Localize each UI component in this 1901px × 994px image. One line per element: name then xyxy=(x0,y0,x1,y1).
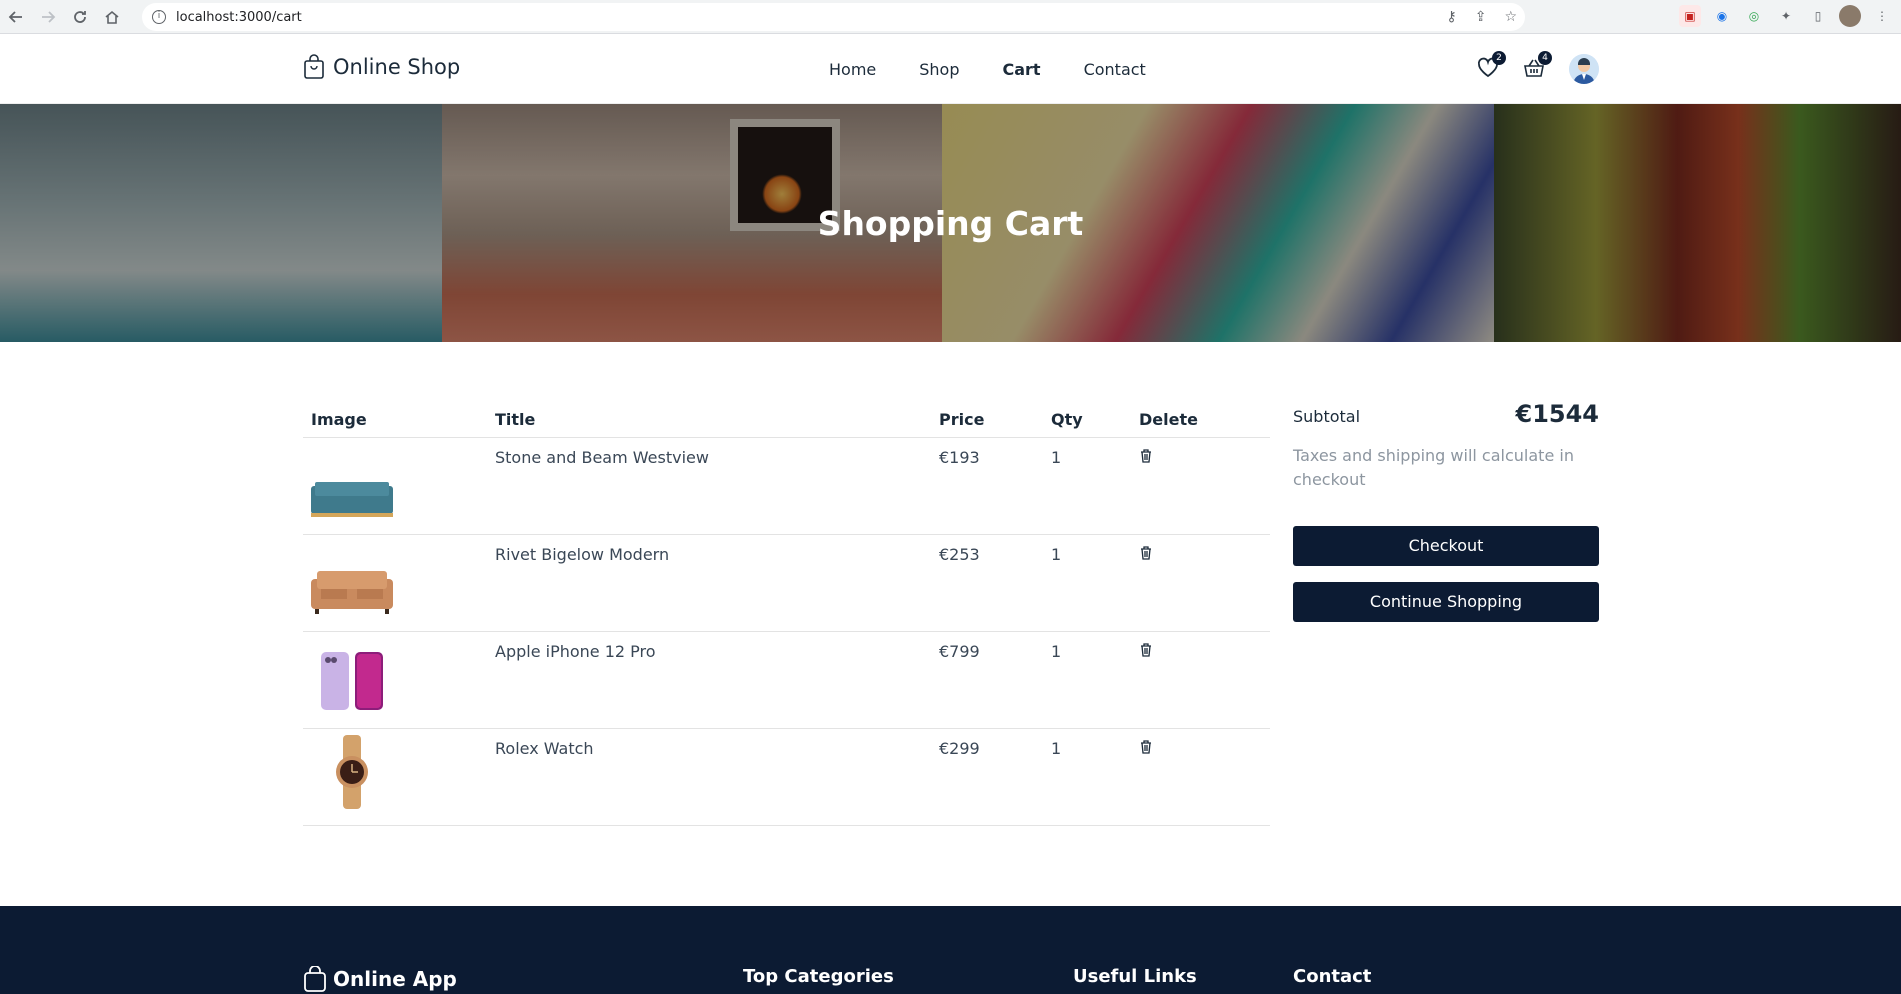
site-footer: Online App Top Categories Useful Links C… xyxy=(0,906,1901,994)
star-icon[interactable]: ☆ xyxy=(1504,9,1517,25)
page-title: Shopping Cart xyxy=(817,204,1084,243)
subtotal-value: €1544 xyxy=(1515,400,1600,428)
table-row: Rivet Bigelow Modern €253 1 xyxy=(303,534,1270,632)
footer-logo[interactable]: Online App xyxy=(303,966,457,992)
product-title[interactable]: Rivet Bigelow Modern xyxy=(487,534,931,632)
tax-note: Taxes and shipping will calculate in che… xyxy=(1293,446,1574,489)
product-title[interactable]: Apple iPhone 12 Pro xyxy=(487,631,931,729)
hero-banner: Shopping Cart xyxy=(0,104,1901,342)
delete-item-button[interactable] xyxy=(1139,642,1153,661)
col-header-qty: Qty xyxy=(1043,400,1131,438)
share-icon[interactable]: ⇪ xyxy=(1475,9,1487,25)
shopping-bag-icon xyxy=(304,966,326,992)
key-icon[interactable]: ⚷ xyxy=(1446,9,1456,25)
table-row: Stone and Beam Westview €193 1 xyxy=(303,437,1270,535)
user-icon xyxy=(1569,54,1599,84)
delete-item-button[interactable] xyxy=(1139,545,1153,564)
reload-icon xyxy=(74,10,86,23)
extensions-puzzle-icon[interactable]: ✦ xyxy=(1775,5,1797,27)
product-image-tan-sofa[interactable] xyxy=(311,545,393,615)
address-bar[interactable]: i localhost:3000/cart ⚷ ⇪ ☆ xyxy=(142,3,1525,31)
menu-dots-icon[interactable]: ⋮ xyxy=(1871,5,1893,27)
cart-section: Image Title Price Qty Delete Stone and B… xyxy=(303,400,1270,826)
back-button[interactable] xyxy=(0,2,32,32)
footer-heading-links: Useful Links xyxy=(1073,966,1197,987)
nav-contact[interactable]: Contact xyxy=(1084,60,1146,79)
home-button[interactable] xyxy=(96,2,128,32)
product-price: €799 xyxy=(931,631,1043,729)
logo-text: Online Shop xyxy=(333,55,461,79)
checkout-button[interactable]: Checkout xyxy=(1293,526,1599,566)
nav-shop[interactable]: Shop xyxy=(919,60,959,79)
col-header-price: Price xyxy=(931,400,1043,438)
table-header-row: Image Title Price Qty Delete xyxy=(303,400,1270,438)
footer-heading-categories: Top Categories xyxy=(743,966,894,987)
col-header-title: Title xyxy=(487,400,931,438)
url-text: localhost:3000/cart xyxy=(176,9,302,25)
extension-swirl-icon[interactable]: ◎ xyxy=(1743,5,1765,27)
product-qty: 1 xyxy=(1043,437,1131,535)
continue-shopping-button[interactable]: Continue Shopping xyxy=(1293,582,1599,622)
footer-heading-contact: Contact xyxy=(1293,966,1372,987)
delete-item-button[interactable] xyxy=(1139,739,1153,758)
cart-count-badge: 4 xyxy=(1538,51,1552,65)
cart-button[interactable]: 4 xyxy=(1523,51,1552,81)
home-icon xyxy=(105,10,119,24)
order-summary: Subtotal €1544 Taxes and shipping will c… xyxy=(1293,400,1599,622)
trash-icon xyxy=(1141,546,1151,560)
product-qty: 1 xyxy=(1043,534,1131,632)
reload-button[interactable] xyxy=(64,2,96,32)
trash-icon xyxy=(1141,740,1151,754)
wishlist-count-badge: 2 xyxy=(1492,51,1506,65)
site-header: Online Shop Home Shop Cart Contact 2 4 xyxy=(0,34,1901,104)
table-row: Apple iPhone 12 Pro €799 1 xyxy=(303,631,1270,729)
delete-item-button[interactable] xyxy=(1139,448,1153,467)
forward-button[interactable] xyxy=(32,2,64,32)
col-header-image: Image xyxy=(303,400,487,438)
product-title[interactable]: Stone and Beam Westview xyxy=(487,437,931,535)
side-panel-icon[interactable]: ▯ xyxy=(1807,5,1829,27)
product-price: €253 xyxy=(931,534,1043,632)
product-image-purple-phones[interactable] xyxy=(311,642,393,712)
product-qty: 1 xyxy=(1043,631,1131,729)
profile-avatar[interactable] xyxy=(1839,5,1861,27)
site-info-icon[interactable]: i xyxy=(152,10,166,24)
shopping-bag-icon xyxy=(304,54,324,79)
trash-icon xyxy=(1141,643,1151,657)
extension-globe-icon[interactable]: ◉ xyxy=(1711,5,1733,27)
site-logo[interactable]: Online Shop xyxy=(303,54,460,80)
extension-red-icon[interactable]: ▣ xyxy=(1679,5,1701,27)
nav-home[interactable]: Home xyxy=(829,60,876,79)
subtotal-label: Subtotal xyxy=(1293,407,1361,426)
cart-table: Image Title Price Qty Delete Stone and B… xyxy=(303,400,1270,826)
product-image-teal-sofa[interactable] xyxy=(311,448,393,518)
main-nav: Home Shop Cart Contact xyxy=(829,60,1146,79)
product-price: €193 xyxy=(931,437,1043,535)
product-title[interactable]: Rolex Watch xyxy=(487,728,931,826)
product-price: €299 xyxy=(931,728,1043,826)
browser-toolbar: i localhost:3000/cart ⚷ ⇪ ☆ ▣ ◉ ◎ ✦ ▯ ⋮ xyxy=(0,0,1901,34)
trash-icon xyxy=(1141,449,1151,463)
arrow-right-icon xyxy=(42,10,56,23)
nav-cart[interactable]: Cart xyxy=(1003,60,1041,79)
table-row: Rolex Watch €299 1 xyxy=(303,728,1270,826)
product-image-gold-watch[interactable] xyxy=(311,735,393,809)
col-header-delete: Delete xyxy=(1131,400,1270,438)
wishlist-button[interactable]: 2 xyxy=(1477,51,1506,81)
footer-logo-text: Online App xyxy=(333,967,457,991)
user-avatar[interactable] xyxy=(1569,54,1599,84)
product-qty: 1 xyxy=(1043,728,1131,826)
arrow-left-icon xyxy=(8,10,22,23)
